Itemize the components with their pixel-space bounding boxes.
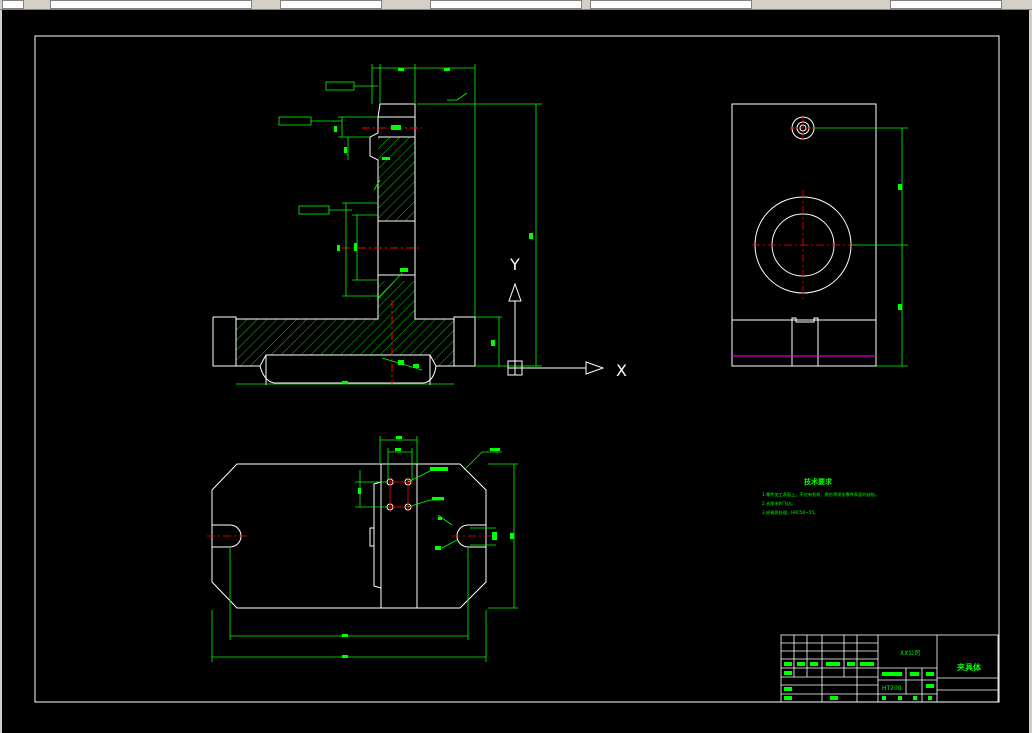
drawing-viewport[interactable]: Y X 技术要求 1.零件加工表面上，不应有划痕、擦伤等损伤零件表面的缺陷。 2…	[0, 10, 1032, 733]
title-block-material: HT200	[882, 685, 902, 692]
toolbar-field-plotstyle[interactable]	[590, 0, 752, 9]
top-view	[211, 463, 487, 609]
cad-drawing: Y X 技术要求 1.零件加工表面上，不应有划痕、擦伤等损伤零件表面的缺陷。 2…	[34, 35, 1000, 703]
technical-requirements: 技术要求 1.零件加工表面上，不应有划痕、擦伤等损伤零件表面的缺陷。 2.去除毛…	[762, 477, 879, 516]
ucs-icon	[507, 282, 605, 376]
x-axis-label: X	[616, 361, 627, 380]
toolbar-field-layer[interactable]	[2, 0, 24, 9]
title-block-org: XX公司	[900, 650, 920, 657]
outer-frame	[34, 35, 1000, 703]
base-hatch	[236, 281, 454, 366]
y-axis-label: Y	[509, 255, 520, 274]
side-view	[731, 103, 877, 367]
tech-req-line-2: 2.去除毛刺飞边。	[762, 500, 795, 507]
tech-req-title: 技术要求	[804, 477, 833, 486]
front-section-view	[212, 64, 542, 385]
cad-toolbar	[0, 0, 1032, 10]
upright-hatch	[378, 137, 415, 221]
toolbar-field-linetype[interactable]	[280, 0, 382, 9]
toolbar-field-style[interactable]	[50, 0, 252, 9]
toolbar-field-lineweight[interactable]	[430, 0, 582, 9]
tech-req-line-1: 1.零件加工表面上，不应有划痕、擦伤等损伤零件表面的缺陷。	[762, 491, 879, 498]
tech-req-line-3: 3.经调质处理，HRC50~55。	[762, 509, 818, 516]
toolbar-field-color[interactable]	[890, 0, 1002, 9]
title-block-part-name: 夹具体	[957, 662, 982, 672]
